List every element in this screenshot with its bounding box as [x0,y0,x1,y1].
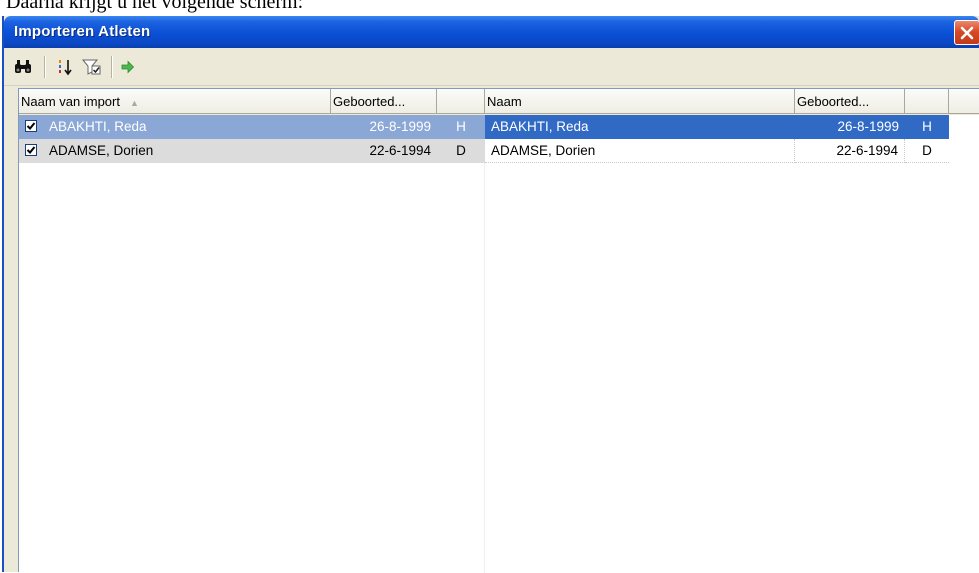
close-icon [960,26,974,40]
toolbar-separator [44,56,46,78]
import-name-cell: ABAKHTI, Reda [19,115,331,139]
binoculars-icon [15,60,31,73]
import-gender-cell: H [437,115,485,139]
column-header-filler [949,89,979,114]
gender-cell: D [905,139,949,163]
filter-button[interactable] [81,56,103,78]
arrow-right-icon [121,60,135,74]
import-gender-cell: D [437,139,485,163]
column-header-import-birthdate[interactable]: Geboorted... [331,89,437,114]
sort-icon [59,60,72,76]
table-row[interactable]: ABAKHTI, Reda 26-8-1999 H ABAKHTI, Reda … [19,115,979,139]
window-title: Importeren Atleten [14,23,151,40]
name-cell: ADAMSE, Dorien [485,139,795,163]
birthdate-cell: 22-6-1994 [795,139,905,163]
name-cell: ABAKHTI, Reda [485,115,795,139]
column-header-gender[interactable] [905,89,949,114]
sort-button[interactable] [54,56,76,78]
toolbar-separator [111,56,113,78]
document-text-fragment: Daarna krijgt u het volgende scherm: [6,0,304,13]
column-header-import-gender[interactable] [437,89,485,114]
close-button[interactable] [954,20,979,45]
sort-ascending-icon: ▲ [129,98,139,108]
title-bar[interactable]: Importeren Atleten [4,16,979,48]
grid-header: Naam van import ▲ Geboorted... Naam Geboo… [19,89,979,115]
column-header-name[interactable]: Naam [485,89,795,114]
gender-cell: H [905,115,949,139]
filter-icon [82,59,101,75]
checkbox-checked[interactable] [25,120,37,132]
import-button[interactable] [117,56,139,78]
import-birthdate-cell: 26-8-1999 [331,115,437,139]
import-birthdate-cell: 22-6-1994 [331,139,437,163]
search-button[interactable] [12,56,34,78]
checkbox-checked[interactable] [25,144,37,156]
pane-divider [484,163,485,573]
import-name-cell: ADAMSE, Dorien [19,139,331,163]
athletes-grid[interactable]: Naam van import ▲ Geboorted... Naam Geboo… [18,88,979,573]
toolbar [4,48,979,86]
table-row[interactable]: ADAMSE, Dorien 22-6-1994 D ADAMSE, Dorie… [19,139,979,163]
column-header-import-name[interactable]: Naam van import ▲ [19,89,331,114]
birthdate-cell: 26-8-1999 [795,115,905,139]
column-header-birthdate[interactable]: Geboorted... [795,89,905,114]
